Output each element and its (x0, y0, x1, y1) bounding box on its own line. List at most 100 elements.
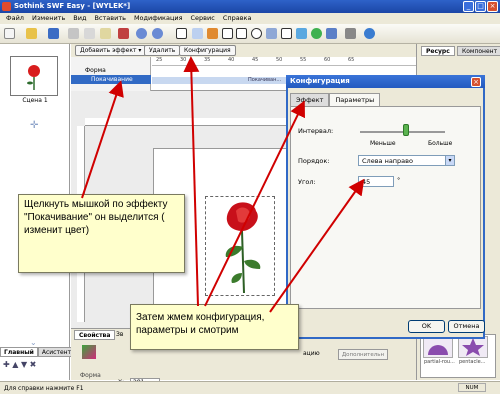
order-select[interactable]: Слева направо (358, 155, 455, 166)
ellipse-icon[interactable] (251, 28, 262, 39)
instruction-callout-1: Щелкнуть мышкой по эффекту "Покачивание"… (18, 194, 185, 273)
partial-round-icon (428, 345, 448, 355)
close-button[interactable]: × (487, 1, 498, 12)
menu-help[interactable]: Справка (223, 13, 252, 24)
angle-unit: ° (397, 176, 401, 184)
help-icon[interactable] (364, 28, 375, 39)
ruler-tick: 45 (252, 57, 259, 63)
fill-icon[interactable] (296, 28, 307, 39)
less-label: Меньше (370, 140, 396, 147)
resource-pentacle[interactable] (458, 336, 488, 358)
export-icon[interactable] (326, 28, 337, 39)
menu-modify[interactable]: Модификация (134, 13, 183, 24)
shape2-label: pentacle... (459, 359, 486, 365)
status-bar: Для справки нажмите F1 (0, 381, 500, 394)
order-label: Порядок: (298, 157, 330, 165)
save-icon[interactable] (48, 28, 59, 39)
timeline-ruler: 25 30 35 40 45 50 55 60 65 (152, 57, 416, 66)
scroll-down-icon[interactable]: ⌄ (30, 338, 37, 347)
tab-resource[interactable]: Ресурс (421, 46, 455, 56)
dialog-close-button[interactable]: × (471, 77, 481, 87)
tab-second[interactable]: Зв (116, 331, 123, 338)
ruler-tick: 35 (204, 57, 211, 63)
ruler-tick: 25 (156, 57, 163, 63)
maximize-button[interactable]: □ (475, 1, 486, 12)
instruction-callout-2: Затем жмем конфигурация, параметры и смо… (130, 304, 299, 350)
ruler-tick: 50 (276, 57, 283, 63)
num-lock-indicator: NUM (458, 383, 486, 392)
rose-icon (225, 202, 261, 294)
scene-thumbnail[interactable] (10, 56, 58, 96)
open-folder-icon[interactable] (26, 28, 37, 39)
pen-icon[interactable] (207, 28, 218, 39)
text-icon[interactable] (281, 28, 292, 39)
tab-component[interactable]: Компонент (457, 46, 500, 56)
animation-toolbar: Добавить эффект ▾ Удалить Конфигурация (71, 44, 416, 57)
cancel-button[interactable]: Отмена (448, 320, 485, 333)
menu-view[interactable]: Вид (73, 13, 86, 24)
pentacle-icon (462, 338, 484, 356)
main-toolbar (0, 24, 500, 44)
form-label: Форма (80, 372, 101, 379)
delete-icon[interactable] (118, 28, 129, 39)
settings-icon[interactable] (345, 28, 356, 39)
rose-thumb-icon (27, 65, 40, 90)
menu-edit[interactable]: Изменить (32, 13, 65, 24)
menu-file[interactable]: Файл (6, 13, 24, 24)
status-help-text: Для справки нажмите F1 (4, 385, 84, 392)
menu-tools[interactable]: Сервис (191, 13, 215, 24)
shape1-label: partial-rou... (424, 359, 455, 365)
interval-label: Интервал: (298, 127, 334, 135)
rectangle-icon[interactable] (236, 28, 247, 39)
left-tabs: Главный Асистент (0, 347, 76, 357)
shape-icon[interactable] (266, 28, 277, 39)
shape-swatch-icon (82, 345, 96, 359)
add-scene-icon[interactable]: ✛ (30, 120, 38, 131)
effect-bar-label: Покачиван... (248, 77, 282, 83)
ruler-tick: 55 (300, 57, 307, 63)
dialog-title: Конфигурация (286, 75, 485, 88)
angle-label: Угол: (298, 178, 316, 186)
menu-bar: Файл Изменить Вид Вставить Модификация С… (0, 13, 500, 24)
layer-shape[interactable]: Форма (71, 66, 151, 75)
ruler-tick: 65 (348, 57, 355, 63)
copy-icon[interactable] (84, 28, 95, 39)
resource-partial-round[interactable] (423, 336, 453, 358)
tab-properties[interactable]: Свойства (74, 330, 116, 340)
play-icon[interactable] (311, 28, 322, 39)
paste-icon[interactable] (100, 28, 111, 39)
tab-main[interactable]: Главный (0, 347, 38, 357)
tab-effect[interactable]: Эффект (290, 93, 330, 106)
redo-icon[interactable] (152, 28, 163, 39)
app-icon (2, 2, 11, 11)
rose-selection[interactable] (205, 196, 275, 296)
line-icon[interactable] (222, 28, 233, 39)
configuration-button[interactable]: Конфигурация (179, 45, 236, 56)
angle-input[interactable]: 45 (358, 176, 394, 187)
props-right-label: ацию (303, 350, 320, 357)
more-label: Больше (428, 140, 453, 147)
subselect-icon[interactable] (192, 28, 203, 39)
tab-assistant[interactable]: Асистент (37, 347, 76, 357)
minimize-button[interactable]: _ (463, 1, 474, 12)
cut-icon[interactable] (68, 28, 79, 39)
window-title: Sothink SWF Easy - [WYLEK*] (14, 2, 131, 10)
ruler-tick: 30 (180, 57, 187, 63)
undo-icon[interactable] (136, 28, 147, 39)
chevron-down-icon[interactable]: ▾ (445, 156, 454, 165)
layer-swing-effect[interactable]: Покачивание (71, 75, 151, 84)
tab-parameters[interactable]: Параметры (329, 93, 381, 106)
ruler-tick: 60 (324, 57, 331, 63)
interval-slider-thumb[interactable] (403, 124, 409, 136)
add-effect-button[interactable]: Добавить эффект ▾ (75, 45, 147, 56)
extra-settings-button[interactable]: Дополнительн (338, 349, 388, 360)
delete-effect-button[interactable]: Удалить (144, 45, 181, 56)
select-arrow-icon[interactable] (176, 28, 187, 39)
scene-tools-icons[interactable]: ✚ ▲ ▼ ✖ (3, 360, 36, 369)
dialog-tabs: Эффект Параметры (290, 93, 381, 106)
new-file-icon[interactable] (4, 28, 15, 39)
scene-label: Сцена 1 (22, 97, 48, 104)
menu-insert[interactable]: Вставить (94, 13, 125, 24)
ruler-tick: 40 (228, 57, 235, 63)
ok-button[interactable]: OK (408, 320, 445, 333)
